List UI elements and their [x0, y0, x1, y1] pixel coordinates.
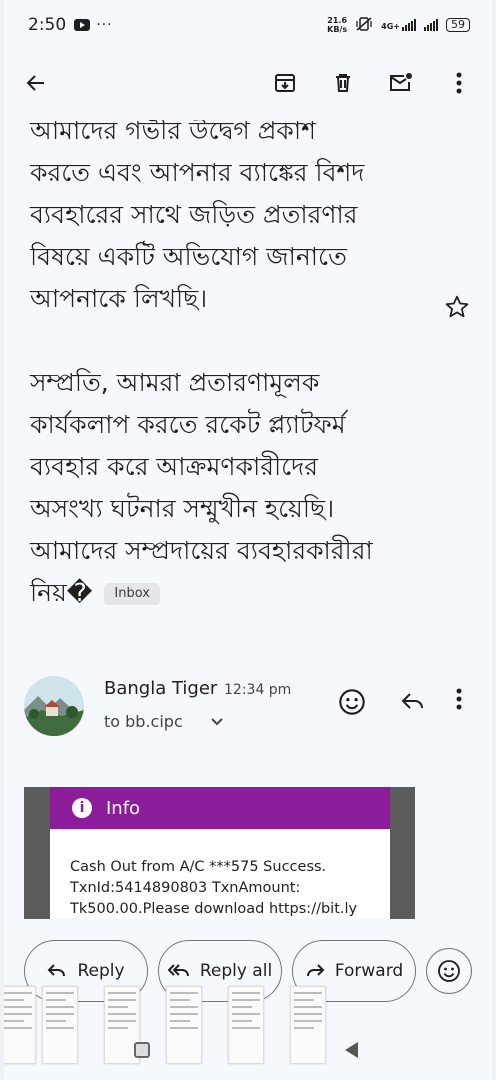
card-line-2: TxnId:5414890803 TxnAmount:: [70, 880, 301, 896]
nav-home-button[interactable]: [134, 1042, 150, 1058]
forward-label: Forward: [334, 961, 404, 981]
reply-icon[interactable]: [400, 690, 426, 716]
network-speed: 21.6 KB/s: [327, 16, 347, 34]
card-header: i Info: [50, 787, 390, 829]
reply-all-label: Reply all: [199, 961, 273, 981]
body-line-11-text: নিয়�: [30, 578, 93, 607]
body-line-8: ব্যবহার করে আক্রমণকারীদের: [30, 452, 319, 481]
recent-thumb[interactable]: [4, 986, 36, 1064]
sent-time: 12:34 pm: [224, 682, 292, 698]
vibrate-off-icon: [355, 16, 373, 35]
sender-name[interactable]: Bangla Tiger: [104, 678, 217, 699]
body-line-2: করতে এবং আপনার ব্যাঙ্কের বিশদ: [30, 158, 365, 187]
email-toolbar: [4, 58, 492, 108]
body-line-9: অসংখ্য ঘটনার সম্মুখীন হয়েছি।: [30, 494, 335, 523]
body-line-4: বিষয়ে একটি অভিযোগ জানাতে: [30, 242, 347, 271]
body-line-3: ব্যবহারের সাথে জড়িত প্রতারণার: [30, 200, 358, 229]
signal-4g-icon: 4G+: [381, 19, 416, 31]
body-line-6: সম্প্রতি, আমরা প্রতারণামূলক: [30, 368, 320, 397]
more-vert-icon[interactable]: [446, 70, 472, 96]
youtube-icon: [74, 19, 91, 31]
reply-arrow-icon: [48, 964, 66, 977]
recent-thumb[interactable]: [42, 986, 78, 1064]
emoji-reaction-icon[interactable]: [338, 688, 366, 720]
body-line-10: আমাদের সম্প্রদায়ের ব্যবহারকারীরা: [30, 536, 373, 565]
recent-thumb[interactable]: [228, 986, 264, 1064]
battery-icon: 59: [446, 18, 470, 32]
inbox-label-chip[interactable]: Inbox: [104, 583, 160, 605]
body-line-11: নিয়� Inbox: [30, 572, 430, 614]
network-type: 4G+: [381, 22, 400, 31]
body-line-5: আপনাকে লিখছি।: [30, 284, 208, 313]
forward-arrow-icon: [306, 964, 325, 977]
status-bar: 2:50 ··· 21.6 KB/s 4G+ 59: [4, 0, 492, 50]
star-icon[interactable]: [444, 294, 472, 322]
card-message: Cash Out from A/C ***575 Success. TxnId:…: [50, 829, 390, 919]
email-body: আমাদের ব্যাঙ্ক গ্রাহক হিসাবে এবং, আমাদের…: [30, 86, 430, 614]
emoji-icon: [438, 960, 460, 982]
chevron-down-icon[interactable]: [210, 714, 224, 733]
recent-thumb[interactable]: [290, 986, 326, 1064]
recipient[interactable]: to bb.cipc: [104, 712, 183, 731]
card-line-3: Tk500.00.Please download https://bit.ly: [70, 901, 358, 917]
status-time: 2:50: [28, 15, 67, 35]
sender-more-icon[interactable]: [456, 688, 462, 714]
reply-all-icon: [167, 964, 189, 977]
network-speed-value: 21.6: [327, 16, 348, 25]
nav-back-icon[interactable]: [342, 1040, 362, 1064]
app-frame: আমাদের ব্যাঙ্ক গ্রাহক হিসাবে এবং, আমাদের…: [4, 0, 492, 1080]
notification-card: i Info Cash Out from A/C ***575 Success.…: [50, 787, 390, 919]
info-icon: i: [72, 798, 92, 818]
sender-header: Bangla Tiger 12:34 pm to bb.cipc: [24, 676, 480, 740]
card-line-1: Cash Out from A/C ***575 Success.: [70, 859, 327, 875]
archive-icon[interactable]: [272, 70, 298, 96]
embedded-image[interactable]: i Info Cash Out from A/C ***575 Success.…: [24, 787, 415, 919]
network-speed-unit: KB/s: [327, 25, 348, 34]
recent-thumb[interactable]: [166, 986, 202, 1064]
body-line-7: কার্যকলাপ করতে রকেট প্ল্যাটফর্ম: [30, 410, 346, 439]
reply-label: Reply: [77, 961, 125, 981]
avatar[interactable]: [24, 676, 84, 736]
delete-icon[interactable]: [330, 70, 356, 96]
card-title: Info: [106, 797, 141, 819]
recent-apps-strip: [4, 986, 492, 1066]
status-more: ···: [96, 17, 113, 33]
signal-icon: [424, 19, 438, 31]
back-arrow-icon[interactable]: [24, 68, 54, 98]
mark-unread-icon[interactable]: [388, 70, 414, 96]
